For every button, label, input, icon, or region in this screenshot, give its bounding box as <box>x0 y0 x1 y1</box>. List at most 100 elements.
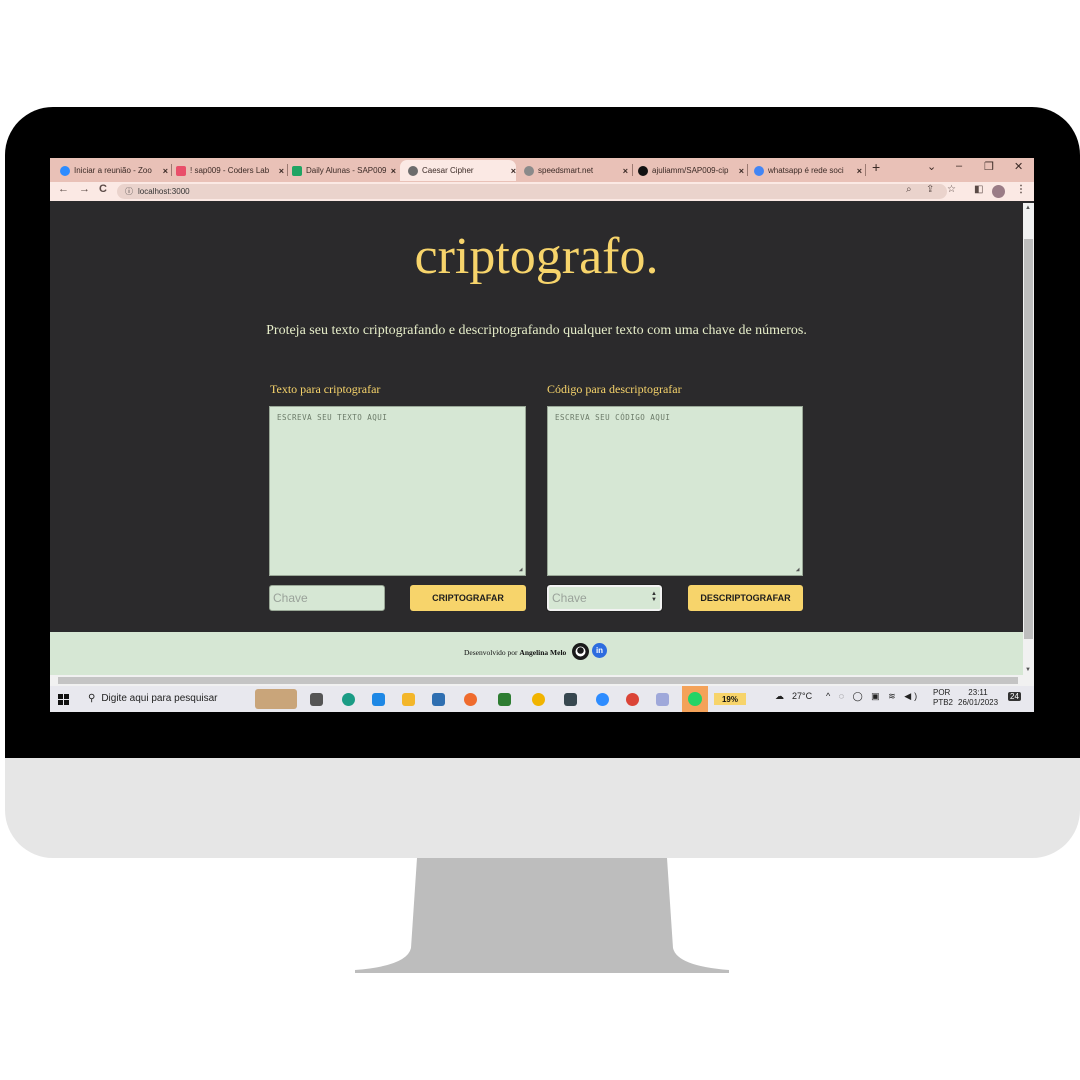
decrypt-placeholder: ESCREVA SEU CÓDIGO AQUI <box>555 413 671 422</box>
site-info-icon[interactable]: ⓘ <box>125 186 133 197</box>
app-icon[interactable] <box>432 693 445 706</box>
whatsapp-taskbar-button[interactable] <box>682 686 708 712</box>
decrypt-key-input[interactable]: Chave ▲ ▼ <box>546 584 663 612</box>
reload-icon[interactable]: C <box>99 183 107 195</box>
tab-coders-lab[interactable]: ! sap009 - Coders Lab × <box>176 160 284 181</box>
battery-indicator[interactable]: 19% <box>714 693 746 705</box>
tab-github[interactable]: ajuliamm/SAP009-cip × <box>638 160 744 181</box>
encrypt-textarea[interactable]: ESCREVA SEU TEXTO AQUI ◢ <box>269 406 526 576</box>
close-icon[interactable]: × <box>857 166 862 176</box>
tab-separator <box>632 164 633 176</box>
forward-icon[interactable]: → <box>79 183 90 195</box>
close-window-button[interactable]: ✕ <box>1014 160 1023 173</box>
encrypt-key-placeholder: Chave <box>273 591 308 605</box>
system-tray-icons[interactable]: ^ ◌ ◯ ▣ ≋ ◀) <box>826 691 920 702</box>
minimize-button[interactable]: – <box>956 160 962 172</box>
chrome-icon[interactable] <box>532 693 545 706</box>
tab-separator <box>171 164 172 176</box>
zoom-app-icon[interactable] <box>596 693 609 706</box>
taskbar-search[interactable]: ⚲ Digite aqui para pesquisar <box>88 693 218 704</box>
resize-grip-icon[interactable]: ◢ <box>519 566 523 573</box>
clock[interactable]: 23:11 26/01/2023 <box>958 688 998 708</box>
tab-daily-alunas[interactable]: Daily Alunas - SAP009 × <box>292 160 396 181</box>
decrypt-button[interactable]: DESCRIPTOGRAFAR <box>688 585 803 611</box>
file-explorer-icon[interactable] <box>402 693 415 706</box>
screen: Iniciar a reunião - Zoo × ! sap009 - Cod… <box>50 158 1034 712</box>
close-icon[interactable]: × <box>623 166 628 176</box>
chrome-active-icon[interactable] <box>626 693 639 706</box>
bookmark-star-icon[interactable]: ☆ <box>947 184 956 195</box>
tab-title: speedsmart.net <box>538 166 594 175</box>
firefox-icon[interactable] <box>464 693 477 706</box>
slack-icon <box>176 165 186 176</box>
tab-speedsmart[interactable]: speedsmart.net × <box>524 160 628 181</box>
encrypt-label: Texto para criptografar <box>270 382 381 396</box>
tab-separator <box>747 164 748 176</box>
close-icon[interactable]: × <box>739 166 744 176</box>
scrollbar-thumb[interactable] <box>1024 239 1033 639</box>
tab-title: Caesar Cipher <box>422 166 474 175</box>
taskbar-search-placeholder: Digite aqui para pesquisar <box>101 693 218 704</box>
menu-icon[interactable]: ⋮ <box>1016 184 1026 195</box>
back-icon[interactable]: ← <box>58 183 69 195</box>
scroll-down-icon[interactable]: ▼ <box>1025 667 1031 673</box>
number-spinner-icon[interactable]: ▲ ▼ <box>651 591 657 603</box>
vertical-scrollbar[interactable]: ▲ ▼ <box>1023 203 1034 675</box>
tab-caesar-cipher[interactable]: Caesar Cipher × <box>400 160 516 181</box>
profile-avatar[interactable] <box>992 185 1005 198</box>
side-panel-icon[interactable]: ◧ <box>974 184 983 195</box>
task-view-icon[interactable] <box>310 693 323 706</box>
footer-prefix: Desenvolvido por <box>464 648 518 657</box>
app-icon[interactable] <box>342 693 355 706</box>
url-bar[interactable]: ⓘ localhost:3000 <box>117 184 947 199</box>
app-icon[interactable] <box>656 693 669 706</box>
app-icon[interactable] <box>498 693 511 706</box>
restore-button[interactable]: ❐ <box>984 160 994 173</box>
notification-count[interactable]: 24 <box>1008 692 1021 701</box>
app-icon[interactable] <box>564 693 577 706</box>
tab-strip: Iniciar a reunião - Zoo × ! sap009 - Cod… <box>50 158 1034 182</box>
decrypt-textarea[interactable]: ESCREVA SEU CÓDIGO AQUI ◢ <box>547 406 803 576</box>
tab-title: Iniciar a reunião - Zoo <box>74 166 152 175</box>
vscode-icon[interactable] <box>372 693 385 706</box>
clock-date: 26/01/2023 <box>958 698 999 707</box>
linkedin-icon[interactable]: in <box>592 643 607 658</box>
close-icon[interactable]: × <box>391 166 396 176</box>
close-icon[interactable]: × <box>163 166 168 176</box>
decrypt-key-placeholder: Chave <box>552 591 587 605</box>
resize-grip-icon[interactable]: ◢ <box>796 566 800 573</box>
scrollbar-thumb[interactable] <box>58 677 1018 684</box>
decrypt-label: Código para descriptografar <box>547 382 682 396</box>
share-icon[interactable]: ⇪ <box>926 184 934 195</box>
monitor-stand <box>355 858 729 973</box>
encrypt-button[interactable]: CRIPTOGRAFAR <box>410 585 526 611</box>
horizontal-scrollbar[interactable] <box>50 675 1034 686</box>
encrypt-key-input[interactable]: Chave <box>269 585 385 611</box>
language-code: POR <box>933 688 951 697</box>
tab-search-icon[interactable]: ⌄ <box>927 160 936 173</box>
zoom-icon <box>60 165 70 176</box>
taskbar: ⚲ Digite aqui para pesquisar 19% ☁ 27°C … <box>50 686 1034 712</box>
language-indicator[interactable]: POR PTB2 <box>933 688 953 708</box>
new-tab-button[interactable]: + <box>872 159 880 175</box>
page-subtitle: Proteja seu texto criptografando e descr… <box>266 323 807 338</box>
zoom-icon[interactable]: ⌕ <box>906 184 912 195</box>
close-icon[interactable]: × <box>511 166 516 176</box>
scroll-up-icon[interactable]: ▲ <box>1025 205 1031 211</box>
github-icon[interactable] <box>572 643 589 660</box>
tab-zoom[interactable]: Iniciar a reunião - Zoo × <box>60 160 168 181</box>
close-icon[interactable]: × <box>279 166 284 176</box>
search-icon: ⚲ <box>88 693 96 704</box>
github-icon <box>638 165 648 176</box>
tab-title: whatsapp é rede soci <box>768 166 844 175</box>
footer-credit: Desenvolvido por Angelina Melo <box>464 648 566 657</box>
footer-author: Angelina Melo <box>519 648 567 657</box>
clock-time: 23:11 <box>968 688 988 697</box>
windows-start-icon[interactable] <box>58 694 69 705</box>
weather-temp[interactable]: 27°C <box>792 691 812 701</box>
search-highlight-image <box>255 689 297 709</box>
url-text: localhost:3000 <box>138 187 190 196</box>
whatsapp-icon <box>688 692 702 706</box>
tab-google[interactable]: whatsapp é rede soci × <box>754 160 862 181</box>
weather-icon[interactable]: ☁ <box>775 691 784 702</box>
